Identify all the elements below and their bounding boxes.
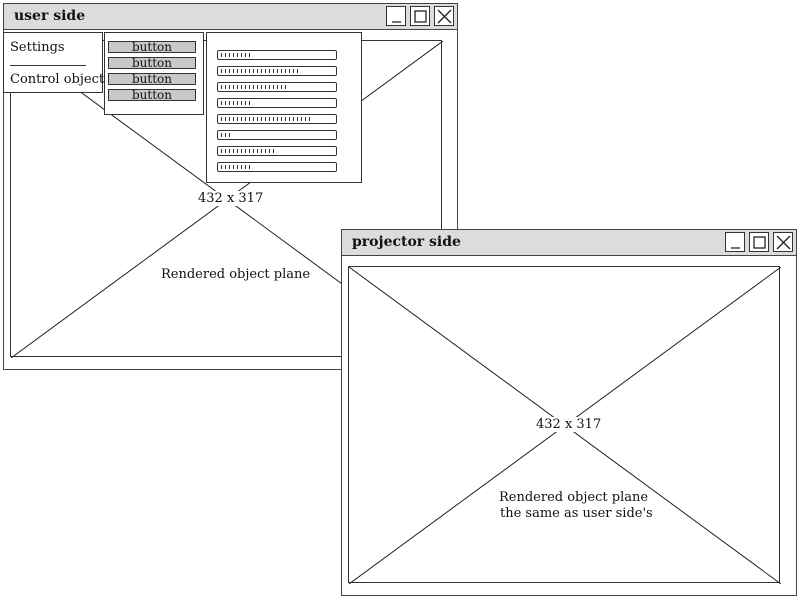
minimize-button[interactable] xyxy=(725,232,745,252)
list-row-level xyxy=(221,101,252,105)
minimize-icon xyxy=(731,247,740,249)
list-row[interactable] xyxy=(217,82,337,92)
list-row[interactable] xyxy=(217,130,337,140)
minimize-button[interactable] xyxy=(386,6,406,26)
list-row-level xyxy=(221,165,252,169)
plane-caption-line-1: Rendered object plane xyxy=(499,490,649,505)
list-row[interactable] xyxy=(217,98,337,108)
maximize-button[interactable] xyxy=(749,232,769,252)
list-row-level xyxy=(221,69,301,73)
menu-item-settings[interactable]: Settings xyxy=(10,40,65,55)
list-panel xyxy=(206,32,362,183)
panel-button-4[interactable]: button xyxy=(108,89,196,101)
plane-caption-line-2: the same as user side's xyxy=(500,506,653,521)
plane-caption: Rendered object plane xyxy=(161,267,311,282)
plane-dimensions-label: 432 x 317 xyxy=(534,417,604,432)
close-icon xyxy=(437,9,452,24)
projector-side-window: projector side 432 x 317 Rendered object… xyxy=(341,229,797,596)
user-side-titlebar[interactable]: user side xyxy=(4,4,457,30)
close-button[interactable] xyxy=(434,6,454,26)
list-row-level xyxy=(221,133,232,137)
context-menu: Settings Control object xyxy=(3,32,104,93)
list-row-level xyxy=(221,53,251,57)
plane-dimensions-label: 432 x 317 xyxy=(196,191,266,206)
list-row[interactable] xyxy=(217,50,337,60)
menu-item-control-object[interactable]: Control object xyxy=(10,72,104,87)
list-row[interactable] xyxy=(217,114,337,124)
close-icon xyxy=(776,235,791,250)
panel-button-3[interactable]: button xyxy=(108,73,196,85)
list-row-level xyxy=(221,149,275,153)
maximize-icon xyxy=(414,10,427,23)
list-row-level xyxy=(221,117,313,121)
panel-button-2[interactable]: button xyxy=(108,57,196,69)
maximize-button[interactable] xyxy=(410,6,430,26)
projector-side-titlebar[interactable]: projector side xyxy=(342,230,796,256)
list-row-level xyxy=(221,85,288,89)
maximize-icon xyxy=(753,236,766,249)
window-title: projector side xyxy=(352,234,461,250)
list-row[interactable] xyxy=(217,146,337,156)
list-row[interactable] xyxy=(217,66,337,76)
close-button[interactable] xyxy=(773,232,793,252)
window-title: user side xyxy=(14,8,86,24)
panel-button-1[interactable]: button xyxy=(108,41,196,53)
list-row[interactable] xyxy=(217,162,337,172)
rendered-object-plane[interactable]: 432 x 317 Rendered object plane the same… xyxy=(348,266,781,584)
button-panel: button button button button xyxy=(104,32,204,115)
minimize-icon xyxy=(392,21,401,23)
menu-separator xyxy=(10,65,86,66)
